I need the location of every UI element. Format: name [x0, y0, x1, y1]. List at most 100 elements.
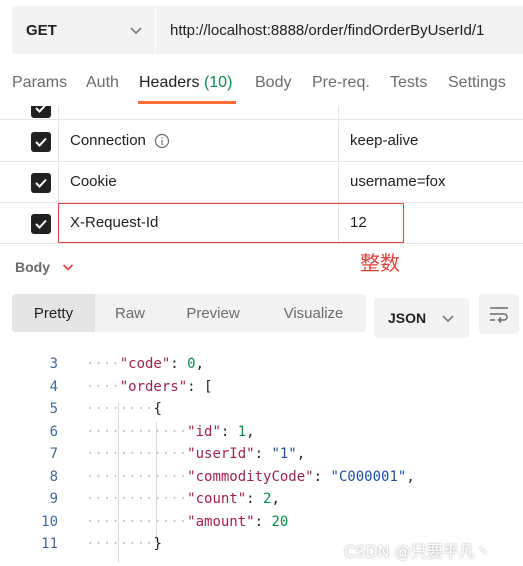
view-raw[interactable]: Raw — [95, 294, 165, 332]
code-line: 6 ············"id": 1, — [0, 420, 523, 443]
code-text: ············"count": 2, — [86, 491, 280, 507]
indent-dots: ············ — [86, 446, 188, 462]
tab-headers[interactable]: Headers (10) — [139, 74, 232, 92]
line-number: 4 — [49, 378, 58, 395]
line-number: 3 — [49, 356, 58, 372]
code-token: "commodityCode" — [187, 468, 314, 485]
checkbox[interactable] — [31, 132, 51, 152]
check-icon — [35, 178, 47, 188]
format-select[interactable]: JSON — [374, 298, 469, 338]
indent-dots: ············ — [86, 491, 188, 507]
code-token: "1" — [271, 446, 297, 462]
checkbox[interactable] — [31, 173, 51, 193]
code-token: 1 — [237, 423, 247, 440]
watermark: CSDN @只要平凡丶 — [344, 542, 491, 561]
view-visualize[interactable]: Visualize — [261, 294, 366, 332]
tab-body[interactable]: Body — [255, 74, 291, 92]
code-token: : — [246, 491, 264, 507]
code-token: "count" — [187, 491, 247, 507]
check-icon — [35, 137, 47, 147]
line-number: 11 — [41, 536, 58, 552]
header-key[interactable]: Connection — [70, 132, 170, 149]
code-text: ············"commodityCode": "C000001", — [86, 469, 415, 485]
indent-dots: ···· — [86, 378, 120, 395]
info-icon[interactable] — [154, 133, 170, 149]
code-token: "C000001" — [330, 468, 407, 485]
header-value[interactable]: username=fox — [350, 173, 445, 190]
annotation-highlight-box — [58, 203, 404, 243]
code-text: ············"amount": 20 — [86, 514, 288, 530]
code-token: } — [153, 536, 162, 552]
line-number: 8 — [49, 468, 58, 485]
code-token: { — [153, 401, 162, 417]
code-line: 4 ····"orders": [ — [0, 375, 523, 398]
code-token: , — [406, 468, 415, 485]
active-tab-indicator — [138, 101, 236, 104]
chevron-down-icon — [442, 315, 454, 323]
annotation-text: 整数 — [360, 251, 400, 275]
code-token: , — [296, 446, 306, 462]
indent-dots: ········ — [86, 401, 154, 417]
line-number: 10 — [41, 513, 58, 530]
code-text: ············"userId": "1", — [86, 446, 305, 462]
code-text: ····"code": 0, — [86, 356, 204, 372]
code-text: ····"orders": [ — [86, 379, 212, 395]
view-preview[interactable]: Preview — [165, 294, 261, 332]
wrap-lines-button[interactable] — [479, 294, 519, 334]
method-select[interactable]: GET — [12, 6, 156, 54]
line-number: 6 — [49, 423, 58, 440]
code-text: ········} — [86, 536, 162, 552]
code-token: , — [246, 423, 255, 440]
response-body-toggle[interactable]: Body — [15, 259, 74, 275]
method-label: GET — [26, 21, 57, 39]
checkbox[interactable] — [31, 106, 51, 118]
tab-tests[interactable]: Tests — [390, 74, 427, 92]
line-number: 5 — [49, 401, 58, 417]
code-line: 9 ············"count": 2, — [0, 487, 523, 510]
code-token: , — [271, 491, 280, 507]
code-token: : — [254, 446, 272, 462]
indent-dots: ············ — [86, 423, 188, 440]
response-body-code[interactable]: 3 ····"code": 0, 4 ····"orders": [5 ········… — [0, 352, 523, 566]
header-key[interactable]: Cookie — [70, 173, 117, 190]
line-number: 7 — [49, 446, 58, 462]
code-token: "code" — [119, 356, 171, 372]
header-key-text: Connection — [70, 132, 146, 149]
code-token: 0 — [187, 356, 196, 372]
code-token: "id" — [187, 423, 221, 440]
view-pretty[interactable]: Pretty — [12, 294, 95, 332]
check-icon — [35, 106, 46, 113]
code-token: "amount" — [187, 513, 255, 530]
code-token: : — [313, 468, 331, 485]
indent-dots: ············ — [86, 513, 188, 530]
response-body-label: Body — [15, 259, 50, 275]
format-label: JSON — [388, 310, 427, 326]
wrap-lines-icon — [490, 307, 508, 323]
code-token: 20 — [271, 513, 289, 530]
line-number: 9 — [49, 491, 58, 507]
table-row — [0, 106, 523, 120]
url-input[interactable]: http://localhost:8888/order/findOrderByU… — [156, 6, 523, 54]
indent-dots: ········ — [86, 536, 154, 552]
code-line: 7 ············"userId": "1", — [0, 442, 523, 465]
checkbox[interactable] — [31, 214, 51, 234]
code-line: 10 ············"amount": 20 — [0, 510, 523, 533]
chevron-down-icon — [62, 264, 74, 271]
tab-params[interactable]: Params — [12, 74, 67, 92]
request-tabs: Params Auth Headers (10) Body Pre-req. T… — [0, 62, 523, 106]
header-value[interactable]: keep-alive — [350, 132, 418, 149]
table-row: Cookie username=fox — [0, 162, 523, 203]
check-icon — [35, 219, 47, 229]
tab-headers-count: (10) — [203, 74, 233, 91]
code-token: "userId" — [187, 446, 255, 462]
indent-dots: ···· — [86, 356, 120, 372]
code-text: ········{ — [86, 401, 162, 417]
tab-auth[interactable]: Auth — [86, 74, 119, 92]
code-token: : — [220, 423, 238, 440]
code-token: , — [195, 356, 205, 372]
response-view-tabs: Pretty Raw Preview Visualize — [12, 294, 366, 332]
code-token: : [ — [187, 378, 213, 395]
tab-settings[interactable]: Settings — [448, 74, 506, 92]
tab-pre-request[interactable]: Pre-req. — [312, 74, 370, 92]
header-key-text: Cookie — [70, 173, 117, 190]
